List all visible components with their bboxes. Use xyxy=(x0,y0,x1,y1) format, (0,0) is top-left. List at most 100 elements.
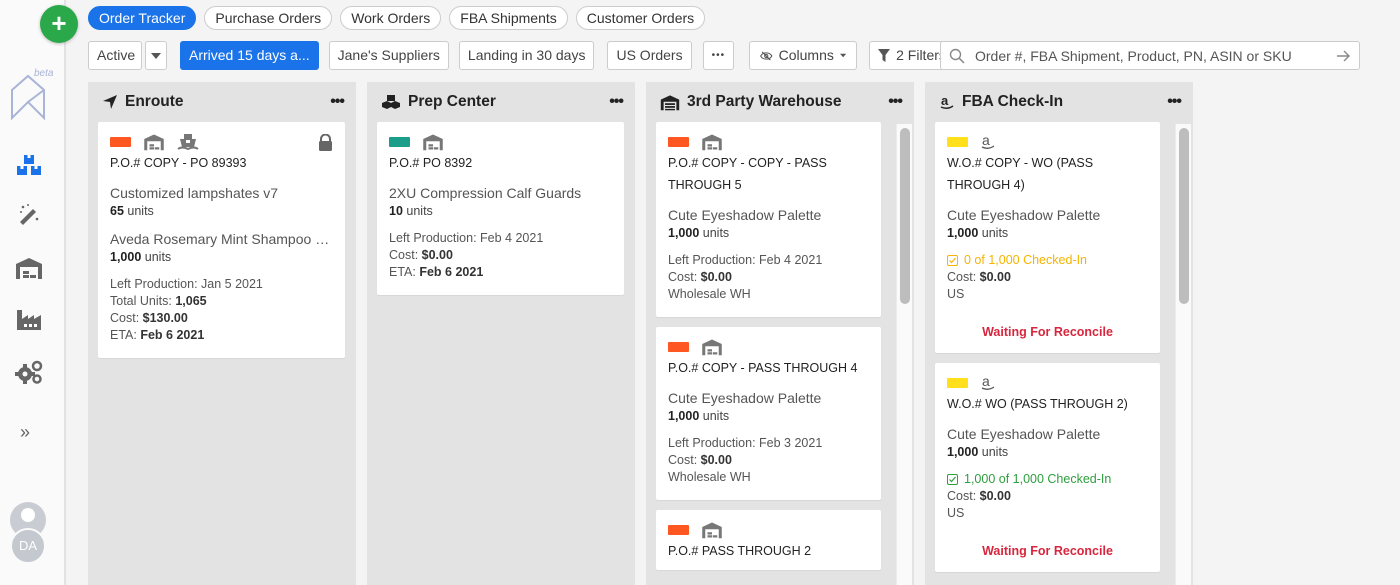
saved-filter-landing-30-days[interactable]: Landing in 30 days xyxy=(458,41,595,70)
location: Wholesale WH xyxy=(668,470,751,484)
view-select-dropdown[interactable] xyxy=(145,41,167,70)
column-title: Prep Center xyxy=(408,93,496,110)
checkbox-icon xyxy=(947,474,958,485)
cost: Cost: $130.00 xyxy=(110,311,188,325)
column-header: Enroute ••• xyxy=(88,82,356,122)
view-select[interactable]: Active xyxy=(88,41,142,70)
product-units: 1,000 units xyxy=(668,226,730,240)
product-units: 1,000 units xyxy=(947,226,1009,240)
location: Wholesale WH xyxy=(668,287,751,301)
column-menu-button[interactable]: ••• xyxy=(1167,93,1182,111)
product-name: Cute Eyeshadow Palette xyxy=(947,426,1101,442)
amazon-icon: a xyxy=(981,374,995,390)
flag-teal xyxy=(389,137,410,147)
flag-orange xyxy=(110,137,131,147)
cost: Cost: $0.00 xyxy=(947,489,1011,503)
svg-text:a: a xyxy=(982,133,990,148)
nav-inventory[interactable] xyxy=(14,152,44,178)
order-card[interactable]: P.O.# COPY - PASS THROUGH 4 Cute Eyeshad… xyxy=(656,327,881,500)
eye-slash-icon xyxy=(760,50,773,61)
tab-work-orders[interactable]: Work Orders xyxy=(340,6,442,30)
nav-settings[interactable] xyxy=(14,359,44,385)
warehouse-icon xyxy=(423,134,443,151)
columns-button[interactable]: Columns xyxy=(749,41,858,70)
caret-down-icon xyxy=(839,53,847,58)
order-number: P.O.# COPY - PASS THROUGH 4 xyxy=(668,361,858,375)
column-fba-check-in: a FBA Check-In ••• a W.O.# COPY - WO (PA… xyxy=(925,82,1193,585)
order-number: P.O.# PASS THROUGH 2 xyxy=(668,544,812,558)
warehouse-icon xyxy=(144,134,164,151)
nav-warehouses[interactable] xyxy=(14,255,44,281)
saved-filter-janes-suppliers[interactable]: Jane's Suppliers xyxy=(328,41,449,70)
amazon-icon: a xyxy=(981,133,995,149)
saved-filter-arrived-15-days[interactable]: Arrived 15 days a... xyxy=(180,41,319,70)
product-units: 1,000 units xyxy=(668,409,730,423)
column-menu-button[interactable]: ••• xyxy=(609,93,624,111)
warehouse-icon xyxy=(702,522,722,539)
product-name: Cute Eyeshadow Palette xyxy=(668,207,822,223)
reconcile-status: Waiting For Reconcile xyxy=(982,325,1113,339)
order-number: W.O.# WO (PASS THROUGH 2) xyxy=(947,397,1128,411)
settings-gears-icon xyxy=(15,360,43,384)
filter-toolbar: Active Arrived 15 days a... Jane's Suppl… xyxy=(88,41,971,70)
filters-label: 2 Filters xyxy=(896,47,946,63)
marketplace: US xyxy=(947,287,965,301)
warehouse-icon xyxy=(660,94,680,111)
nav-tools[interactable] xyxy=(14,202,44,228)
expand-sidebar-button[interactable]: » xyxy=(20,422,30,443)
tab-purchase-orders[interactable]: Purchase Orders xyxy=(204,6,333,30)
search-box xyxy=(940,41,1360,70)
svg-text:a: a xyxy=(982,374,990,389)
order-card[interactable]: P.O.# COPY - PO 89393 Customized lampsha… xyxy=(98,122,345,358)
checkin-status-pending: 0 of 1,000 Checked-In xyxy=(947,252,1148,269)
column-menu-button[interactable]: ••• xyxy=(888,93,903,111)
tab-fba-shipments[interactable]: FBA Shipments xyxy=(449,6,568,30)
order-card[interactable]: P.O.# PO 8392 2XU Compression Calf Guard… xyxy=(377,122,624,295)
magic-wand-icon xyxy=(20,204,39,225)
warehouse-icon xyxy=(702,339,722,356)
cost: Cost: $0.00 xyxy=(668,270,732,284)
checkbox-icon xyxy=(947,255,958,266)
avatar[interactable]: DA xyxy=(10,502,46,564)
columns-label: Columns xyxy=(778,47,834,63)
flag-orange xyxy=(668,137,689,147)
avatar-initials: DA xyxy=(10,528,46,564)
arrow-right-icon[interactable] xyxy=(1337,50,1351,62)
more-filters-button[interactable]: ••• xyxy=(702,41,735,70)
order-card[interactable]: P.O.# PASS THROUGH 2 xyxy=(656,510,881,570)
flag-orange xyxy=(668,342,689,352)
column-title: FBA Check-In xyxy=(962,93,1064,110)
tab-order-tracker[interactable]: Order Tracker xyxy=(88,6,197,30)
column-header: Prep Center ••• xyxy=(367,82,635,122)
column-scrollbar[interactable] xyxy=(1175,124,1191,585)
column-scrollbar[interactable] xyxy=(896,124,912,585)
tab-customer-orders[interactable]: Customer Orders xyxy=(575,6,706,30)
app-logo[interactable]: beta xyxy=(8,68,56,122)
reconcile-status: Waiting For Reconcile xyxy=(982,544,1113,558)
filter-funnel-icon xyxy=(878,49,891,62)
scrollbar-thumb[interactable] xyxy=(1179,128,1189,304)
nav-suppliers[interactable] xyxy=(14,307,44,333)
main-tabs: Order Tracker Purchase Orders Work Order… xyxy=(88,6,706,30)
product-name: Cute Eyeshadow Palette xyxy=(947,207,1101,223)
flag-yellow xyxy=(947,378,968,388)
column-menu-button[interactable]: ••• xyxy=(330,93,345,111)
order-number: P.O.# PO 8392 xyxy=(389,156,473,170)
order-card[interactable]: P.O.# COPY - COPY - PASS THROUGH 5 Cute … xyxy=(656,122,881,317)
search-input[interactable] xyxy=(975,47,1337,64)
left-production: Left Production: Feb 4 2021 xyxy=(668,253,823,267)
order-card[interactable]: a W.O.# COPY - WO (PASS THROUGH 4) Cute … xyxy=(935,122,1160,353)
column-header: a FBA Check-In ••• xyxy=(925,82,1193,122)
add-button[interactable]: + xyxy=(40,5,78,43)
product-units: 10 units xyxy=(389,204,433,218)
beta-badge: beta xyxy=(34,68,54,79)
scrollbar-thumb[interactable] xyxy=(900,128,910,304)
boxes-icon xyxy=(17,155,41,175)
order-number: P.O.# COPY - PO 89393 xyxy=(110,156,247,170)
order-card[interactable]: a W.O.# WO (PASS THROUGH 2) Cute Eyeshad… xyxy=(935,363,1160,572)
warehouse-icon xyxy=(16,258,42,279)
saved-filter-us-orders[interactable]: US Orders xyxy=(607,41,692,70)
lock-icon xyxy=(318,133,333,156)
product-name: Aveda Rosemary Mint Shampoo 8... xyxy=(110,231,333,247)
total-units: Total Units: 1,065 xyxy=(110,294,207,308)
